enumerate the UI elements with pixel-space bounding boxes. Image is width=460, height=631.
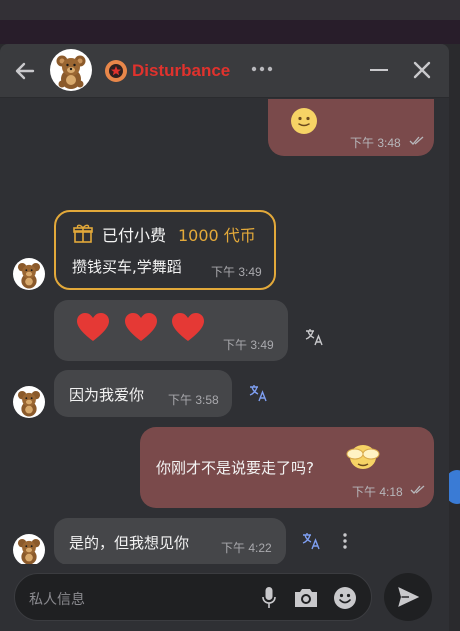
background-dark-strip	[0, 20, 460, 44]
gift-icon	[73, 224, 93, 243]
message-text: 是的，但我想见你	[69, 534, 190, 552]
back-button[interactable]	[12, 58, 38, 84]
read-receipt-icon	[409, 136, 424, 145]
gift-message[interactable]: 已付小费 1000 代币 攒钱买车,学舞蹈 下午 3:49	[54, 210, 276, 290]
teddy-bear-icon	[17, 390, 41, 417]
message-input-placeholder: 私人信息	[29, 592, 85, 608]
contact-avatar[interactable]	[50, 49, 92, 91]
star-icon	[109, 64, 123, 78]
gift-amount: 1000 代币	[178, 226, 256, 245]
close-icon	[413, 61, 431, 79]
message-bubble-outgoing[interactable]: 下午 3:48	[268, 99, 434, 156]
contact-avatar[interactable]	[13, 258, 45, 290]
heart-icon	[77, 313, 109, 341]
camera-icon[interactable]	[292, 587, 320, 609]
more-horizontal-icon	[251, 66, 273, 72]
gift-label: 已付小费	[102, 226, 167, 245]
translate-icon	[305, 329, 323, 346]
message-text: 因为我爱你	[69, 386, 145, 404]
composer: 私人信息	[0, 564, 449, 631]
teddy-bear-icon	[17, 538, 41, 564]
arrow-left-icon	[15, 62, 35, 80]
message-time: 下午 4:22	[221, 541, 272, 555]
microphone-icon[interactable]	[261, 586, 277, 610]
more-options-button[interactable]	[250, 60, 274, 80]
message-bubble-incoming[interactable]: 是的，但我想见你 下午 4:22	[54, 518, 286, 564]
translate-button[interactable]	[248, 383, 268, 403]
message-bubble-outgoing[interactable]: 你刚才不是说要走了吗? 下午 4:18	[140, 427, 434, 508]
message-bubble-incoming[interactable]: 因为我爱你 下午 3:58	[54, 370, 232, 417]
background-band	[0, 0, 460, 20]
message-bubble-incoming[interactable]: 下午 3:49	[54, 300, 288, 361]
translate-button[interactable]	[304, 327, 324, 347]
chat-header: Disturbance	[0, 44, 449, 98]
send-button[interactable]	[384, 573, 432, 621]
see-no-evil-face-icon	[346, 445, 380, 469]
status-badge	[105, 60, 127, 82]
slightly-smiling-face-icon	[291, 108, 317, 134]
message-time: 下午 4:18	[352, 485, 403, 499]
message-text: 攒钱买车,学舞蹈	[72, 258, 182, 276]
teddy-bear-icon	[17, 262, 41, 289]
message-list[interactable]: 下午 3:48 已付小费 1000 代币 攒钱买车,学舞蹈 下午 3:49 下午…	[0, 99, 449, 564]
message-time: 下午 3:49	[211, 265, 262, 279]
translate-icon	[249, 385, 267, 402]
chat-window: Disturbance 下午 3:48 已付小费 1000 代币 攒钱买车,学舞…	[0, 44, 449, 631]
message-time: 下午 3:49	[223, 338, 274, 352]
heart-icon	[172, 313, 204, 341]
minimize-button[interactable]	[370, 69, 388, 71]
heart-icon	[125, 313, 157, 341]
contact-avatar[interactable]	[13, 534, 45, 564]
message-text: 你刚才不是说要走了吗?	[156, 459, 314, 477]
message-input[interactable]: 私人信息	[14, 573, 372, 621]
close-button[interactable]	[411, 59, 433, 81]
translate-icon	[302, 533, 320, 550]
more-vertical-icon	[343, 533, 347, 549]
teddy-bear-icon	[56, 55, 86, 89]
contact-avatar[interactable]	[13, 386, 45, 418]
chat-title[interactable]: Disturbance	[132, 61, 230, 81]
message-time: 下午 3:58	[168, 393, 219, 407]
message-options-button[interactable]	[340, 531, 350, 551]
emoji-icon[interactable]	[333, 586, 357, 610]
message-time: 下午 3:48	[350, 136, 401, 150]
translate-button[interactable]	[301, 531, 321, 551]
read-receipt-icon	[410, 485, 425, 494]
send-icon	[398, 587, 419, 607]
